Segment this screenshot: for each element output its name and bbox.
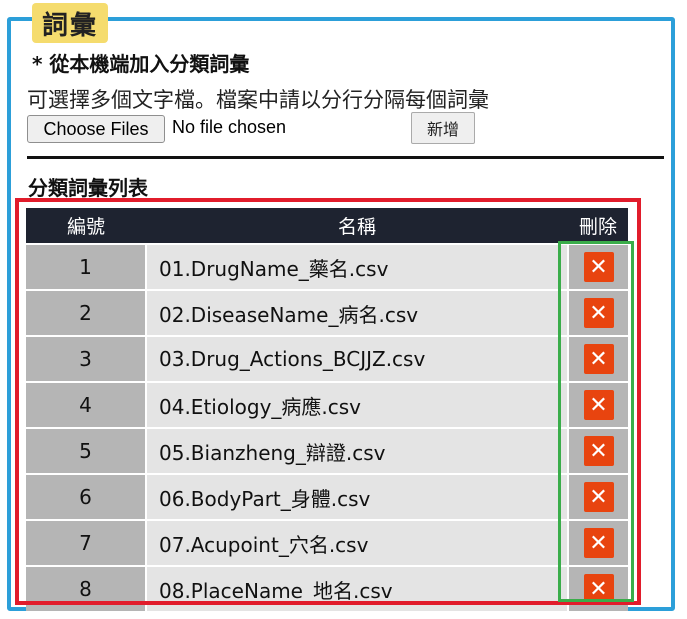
file-status: No file chosen bbox=[172, 117, 287, 137]
upload-heading: * 從本機端加入分類詞彙 bbox=[32, 52, 250, 76]
section-title: 詞彙 bbox=[32, 3, 108, 43]
delete-column-highlight-frame bbox=[558, 241, 634, 602]
list-heading: 分類詞彙列表 bbox=[28, 176, 148, 200]
add-button[interactable]: 新增 bbox=[411, 112, 475, 144]
choose-files-button[interactable]: Choose Files bbox=[27, 115, 165, 143]
table-highlight-frame bbox=[15, 198, 641, 605]
divider bbox=[27, 156, 664, 159]
upload-hint: 可選擇多個文字檔。檔案中請以分行分隔每個詞彙 bbox=[27, 88, 489, 112]
